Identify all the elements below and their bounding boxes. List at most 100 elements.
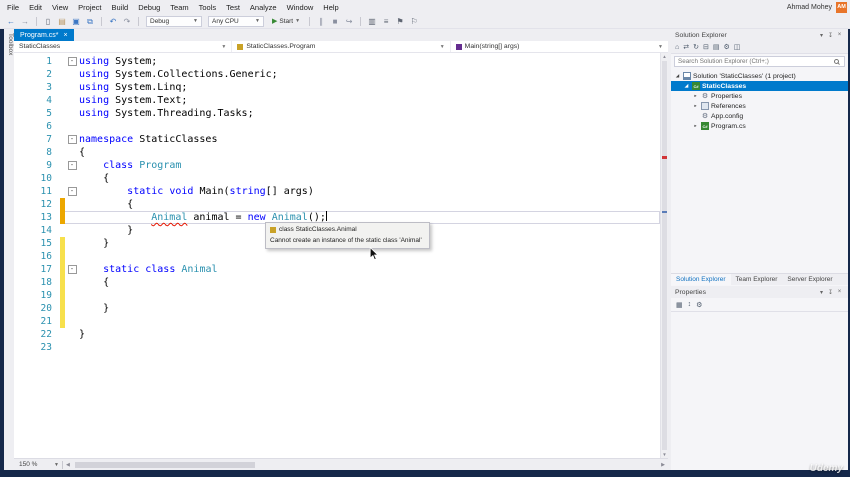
code-line[interactable]: 2 using System.Collections.Generic; [14, 68, 660, 81]
categorized-icon[interactable]: ▦ [676, 301, 683, 309]
code-line[interactable]: 3 using System.Linq; [14, 81, 660, 94]
document-tab[interactable]: Program.cs* × [14, 29, 74, 41]
window-menu-icon[interactable]: ▾ [817, 289, 826, 296]
code-editor[interactable]: 1- using System; 2 using System.Collections… [14, 53, 660, 458]
scroll-up-icon[interactable]: ▲ [661, 54, 668, 59]
horizontal-scroll-track[interactable] [73, 461, 658, 469]
scroll-right-icon[interactable]: ▶ [658, 462, 668, 468]
solution-explorer-search[interactable] [674, 56, 845, 67]
code-line[interactable]: 10 { [14, 172, 660, 185]
start-button[interactable]: ▶ Start ▼ [268, 17, 304, 26]
vertical-scroll-thumb[interactable] [662, 61, 667, 450]
menu-file[interactable]: File [2, 2, 24, 13]
project-dropdown[interactable]: StaticClasses ▼ [14, 41, 233, 52]
code-line[interactable]: 18 { [14, 276, 660, 289]
tree-expander-icon[interactable]: ▸ [692, 103, 699, 109]
menu-project[interactable]: Project [73, 2, 106, 13]
menu-team[interactable]: Team [165, 2, 193, 13]
break-all-icon[interactable]: ∥ [315, 15, 327, 28]
refresh-icon[interactable]: ↻ [693, 43, 699, 51]
fold-collapse-icon[interactable]: - [67, 187, 77, 196]
comment-lines-icon[interactable]: ≡ [380, 15, 392, 28]
save-icon[interactable]: ▣ [70, 15, 82, 28]
code-line[interactable]: 16 [14, 250, 660, 263]
open-file-icon[interactable]: ▤ [56, 15, 68, 28]
tree-item-references[interactable]: ▸ References [671, 101, 848, 111]
menu-debug[interactable]: Debug [133, 2, 165, 13]
account-area[interactable]: Ahmad Mohey AM [787, 1, 850, 13]
toolbox-tab[interactable]: Toolbox [4, 31, 14, 81]
collapse-all-icon[interactable]: ⊟ [703, 43, 709, 51]
pin-icon[interactable]: ↧ [826, 289, 835, 296]
editor-vertical-scrollbar[interactable]: ▲ ▼ [660, 53, 668, 458]
alphabetical-icon[interactable]: ↕ [688, 301, 692, 308]
new-file-icon[interactable]: ▯ [42, 15, 54, 28]
code-line[interactable]: 23 [14, 341, 660, 354]
home-icon[interactable]: ⌂ [675, 44, 679, 51]
show-all-files-icon[interactable]: ▤ [713, 43, 720, 51]
tree-item-app-config[interactable]: ⚙ App.config [671, 111, 848, 121]
horizontal-scroll-thumb[interactable] [74, 461, 255, 468]
fold-collapse-icon[interactable]: - [67, 135, 77, 144]
fold-collapse-icon[interactable]: - [67, 265, 77, 274]
code-line[interactable]: 11 - static void Main(string[] args) [14, 185, 660, 198]
tree-item-program-cs[interactable]: ▸ C# Program.cs [671, 121, 848, 131]
code-line[interactable]: 17 - static class Animal [14, 263, 660, 276]
error-marker[interactable] [662, 156, 667, 159]
pin-icon[interactable]: ↧ [826, 32, 835, 39]
code-line[interactable]: 20 } [14, 302, 660, 315]
scroll-down-icon[interactable]: ▼ [661, 452, 668, 457]
solution-configuration-dropdown[interactable]: Debug ▼ [146, 15, 202, 27]
code-line[interactable]: 19 [14, 289, 660, 302]
menu-tools[interactable]: Tools [194, 2, 222, 13]
code-line[interactable]: 12 { [14, 198, 660, 211]
tree-item-properties[interactable]: ▸ ⚙ Properties [671, 91, 848, 101]
menu-edit[interactable]: Edit [24, 2, 47, 13]
type-dropdown[interactable]: StaticClasses.Program ▼ [232, 41, 451, 52]
properties-header[interactable]: Properties ▾ ↧ × [671, 286, 848, 298]
code-line[interactable]: 21 [14, 315, 660, 328]
tree-expander-icon[interactable]: ▸ [692, 123, 699, 129]
tree-item-staticclasses[interactable]: ◢ C# StaticClasses [671, 81, 848, 91]
forward-icon[interactable]: → [19, 15, 31, 28]
close-icon[interactable]: × [64, 32, 68, 39]
code-line[interactable]: 7 - namespace StaticClasses [14, 133, 660, 146]
tree-expander-icon[interactable]: ◢ [683, 83, 690, 89]
user-avatar[interactable]: AM [836, 1, 847, 13]
menu-build[interactable]: Build [107, 2, 134, 13]
back-icon[interactable]: ← [5, 15, 17, 28]
code-line[interactable]: 22} [14, 328, 660, 341]
menu-window[interactable]: Window [282, 2, 319, 13]
tree-item-solution-staticclasses-1-project[interactable]: ◢ Solution 'StaticClasses' (1 project) [671, 71, 848, 81]
solution-explorer-header[interactable]: Solution Explorer ▾ ↧ × [671, 29, 848, 41]
stop-debugging-icon[interactable]: ■ [329, 15, 341, 28]
fold-collapse-icon[interactable]: - [67, 57, 77, 66]
code-line[interactable]: 6 [14, 120, 660, 133]
bookmark-list-icon[interactable]: ⚐ [408, 15, 420, 28]
preview-selection-icon[interactable]: ◫ [734, 43, 741, 51]
menu-test[interactable]: Test [221, 2, 245, 13]
redo-icon[interactable]: ↷ [121, 15, 133, 28]
code-line[interactable]: 1 - using System; [14, 55, 660, 68]
menu-help[interactable]: Help [318, 2, 343, 13]
window-menu-icon[interactable]: ▾ [817, 32, 826, 39]
code-line[interactable]: 8{ [14, 146, 660, 159]
tree-expander-icon[interactable]: ◢ [674, 73, 681, 79]
solution-platform-dropdown[interactable]: Any CPU ▼ [208, 15, 264, 27]
editor-zoom-dropdown[interactable]: 150 % ▼ [16, 460, 62, 470]
sync-active-document-icon[interactable]: ⇄ [683, 43, 689, 51]
code-line[interactable]: 9 - class Program [14, 159, 660, 172]
save-all-icon[interactable]: ⧉ [84, 15, 96, 28]
tab-solution-explorer[interactable]: Solution Explorer [671, 274, 731, 285]
tab-server-explorer[interactable]: Server Explorer [782, 274, 837, 285]
menu-view[interactable]: View [47, 2, 73, 13]
member-dropdown[interactable]: Main(string[] args) ▼ [451, 41, 668, 52]
tree-expander-icon[interactable]: ▸ [692, 93, 699, 99]
scroll-left-icon[interactable]: ◀ [63, 462, 73, 468]
properties-icon[interactable]: ⚙ [723, 43, 729, 51]
bookmark-icon[interactable]: ⚑ [394, 15, 406, 28]
code-line[interactable]: 5 using System.Threading.Tasks; [14, 107, 660, 120]
tab-team-explorer[interactable]: Team Explorer [731, 274, 783, 285]
step-over-icon[interactable]: ↪ [343, 15, 355, 28]
close-icon[interactable]: × [835, 289, 844, 296]
